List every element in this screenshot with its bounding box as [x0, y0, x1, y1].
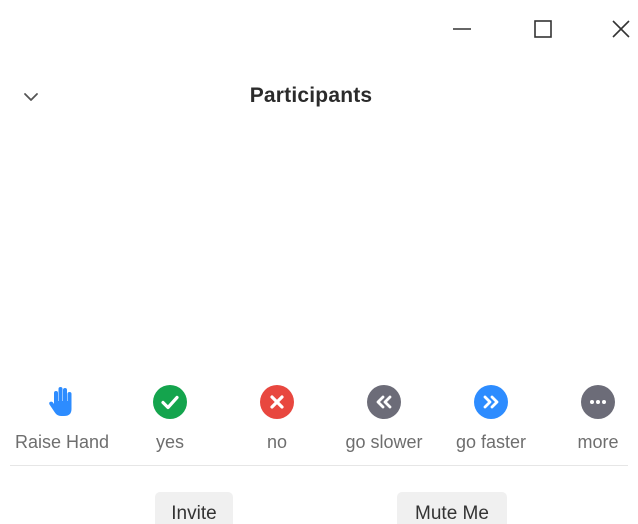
reaction-label: no: [266, 432, 288, 452]
divider: [10, 465, 628, 466]
reaction-label: Raise Hand: [14, 432, 110, 452]
reaction-more[interactable]: more: [544, 384, 638, 462]
reaction-yes[interactable]: yes: [116, 384, 224, 462]
raise-hand-icon: [44, 384, 80, 420]
reaction-label: go faster: [455, 432, 527, 452]
reaction-label: go slower: [345, 432, 423, 452]
reaction-no[interactable]: no: [223, 384, 331, 462]
maximize-icon: [534, 20, 552, 38]
invite-button[interactable]: Invite: [155, 492, 233, 524]
mute-me-button[interactable]: Mute Me: [397, 492, 507, 524]
page-title: Participants: [249, 84, 373, 107]
minimize-icon: [453, 28, 471, 30]
check-icon: [152, 384, 188, 420]
x-icon: [259, 384, 295, 420]
reaction-label: yes: [155, 432, 184, 452]
close-button[interactable]: [604, 14, 638, 44]
minimize-button[interactable]: [445, 14, 479, 44]
maximize-button[interactable]: [526, 14, 560, 44]
go-faster-icon: [473, 384, 509, 420]
reaction-bar: Raise Hand yes no go slower go faster mo…: [0, 384, 638, 464]
reaction-raise-hand[interactable]: Raise Hand: [8, 384, 116, 462]
participants-window: Participants Raise Hand yes no go slower…: [0, 0, 638, 524]
close-icon: [612, 20, 630, 38]
reaction-label: more: [577, 432, 619, 452]
more-icon: [580, 384, 616, 420]
reaction-go-slower[interactable]: go slower: [330, 384, 438, 462]
go-slower-icon: [366, 384, 402, 420]
reaction-go-faster[interactable]: go faster: [437, 384, 545, 462]
